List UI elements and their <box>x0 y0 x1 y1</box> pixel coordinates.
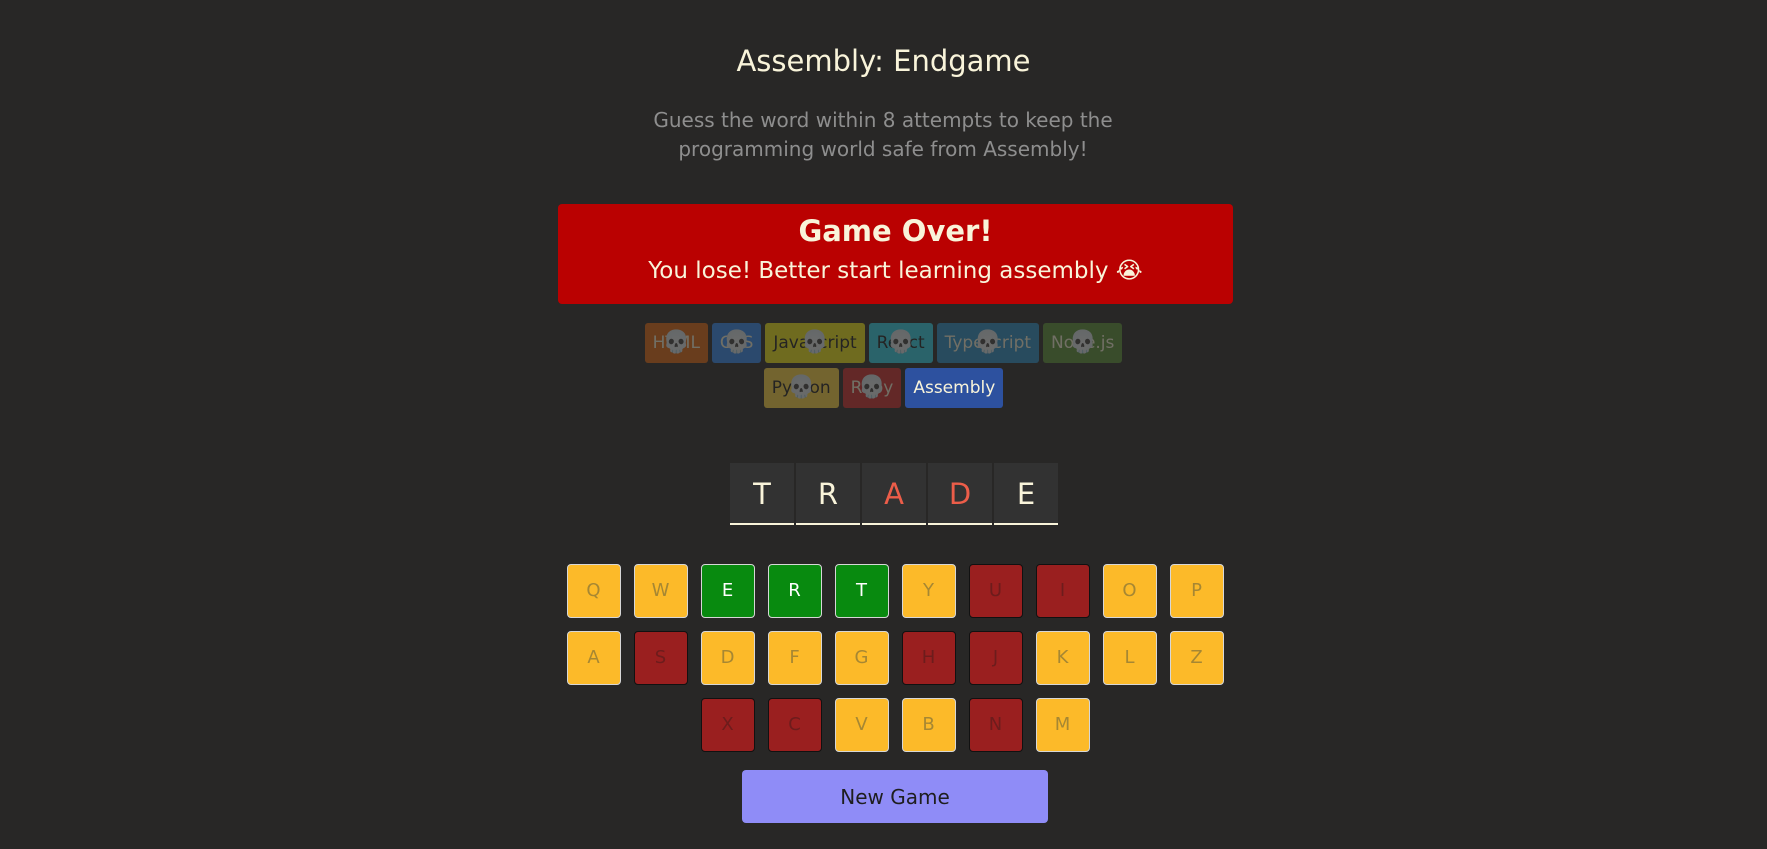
status-heading: Game Over! <box>798 214 993 248</box>
language-chip: Python 💀 <box>763 368 839 408</box>
keyboard: QWERTYUIOP ASDFGHJKLZ XCVBNM <box>566 564 1224 765</box>
language-chip: CSS 💀 <box>711 323 762 363</box>
word-letter: D <box>928 463 992 525</box>
key-m[interactable]: M <box>1035 698 1090 752</box>
key-j[interactable]: J <box>968 631 1023 685</box>
key-z[interactable]: Z <box>1169 631 1224 685</box>
keyboard-row: ASDFGHJKLZ <box>566 631 1224 685</box>
keyboard-row: XCVBNM <box>566 698 1224 752</box>
skull-icon: 💀 <box>886 330 915 355</box>
key-q[interactable]: Q <box>566 564 621 618</box>
language-chip: HTML 💀 <box>644 323 708 363</box>
word-letter: T <box>730 463 794 525</box>
key-h[interactable]: H <box>901 631 956 685</box>
page-subtitle: Guess the word within 8 attempts to keep… <box>653 108 1113 161</box>
word-letter: E <box>994 463 1058 525</box>
word-letter: R <box>796 463 860 525</box>
key-b[interactable]: B <box>901 698 956 752</box>
key-c[interactable]: C <box>767 698 822 752</box>
key-f[interactable]: F <box>767 631 822 685</box>
key-t[interactable]: T <box>834 564 889 618</box>
game-status-banner: Game Over! You lose! Better start learni… <box>558 204 1233 304</box>
key-o[interactable]: O <box>1102 564 1157 618</box>
language-chips: HTML 💀 CSS 💀 Javascript 💀 React 💀 Typescript 💀 Nod… <box>630 323 1137 408</box>
game-page: Assembly: Endgame Guess the word within … <box>0 0 1767 849</box>
skull-icon: 💀 <box>722 330 751 355</box>
skull-icon: 💀 <box>662 330 690 355</box>
word-display: TRADE <box>730 463 1058 525</box>
skull-icon: 💀 <box>787 375 815 400</box>
key-w[interactable]: W <box>633 564 688 618</box>
key-a[interactable]: A <box>566 631 621 685</box>
key-u[interactable]: U <box>968 564 1023 618</box>
language-chip: Ruby 💀 <box>842 368 902 408</box>
key-y[interactable]: Y <box>901 564 956 618</box>
skull-icon: 💀 <box>801 330 829 355</box>
key-n[interactable]: N <box>968 698 1023 752</box>
key-g[interactable]: G <box>834 631 889 685</box>
language-chip: Javascript 💀 <box>765 323 865 363</box>
key-l[interactable]: L <box>1102 631 1157 685</box>
keyboard-row: QWERTYUIOP <box>566 564 1224 618</box>
key-r[interactable]: R <box>767 564 822 618</box>
language-chip: Node.js 💀 <box>1043 323 1123 363</box>
language-chip: Typescript 💀 <box>936 323 1040 363</box>
key-i[interactable]: I <box>1035 564 1090 618</box>
new-game-button[interactable]: New Game <box>742 770 1048 823</box>
word-letter: A <box>862 463 926 525</box>
language-chip: React 💀 <box>868 323 933 363</box>
status-message: You lose! Better start learning assembly… <box>648 258 1143 284</box>
key-p[interactable]: P <box>1169 564 1224 618</box>
skull-icon: 💀 <box>974 330 1002 355</box>
language-chip-label: Assembly <box>913 378 996 398</box>
key-x[interactable]: X <box>700 698 755 752</box>
page-title: Assembly: Endgame <box>736 44 1031 78</box>
key-s[interactable]: S <box>633 631 688 685</box>
language-chip: Assembly <box>905 368 1004 408</box>
key-k[interactable]: K <box>1035 631 1090 685</box>
skull-icon: 💀 <box>1069 330 1097 355</box>
key-e[interactable]: E <box>700 564 755 618</box>
key-v[interactable]: V <box>834 698 889 752</box>
key-d[interactable]: D <box>700 631 755 685</box>
skull-icon: 💀 <box>858 375 886 400</box>
